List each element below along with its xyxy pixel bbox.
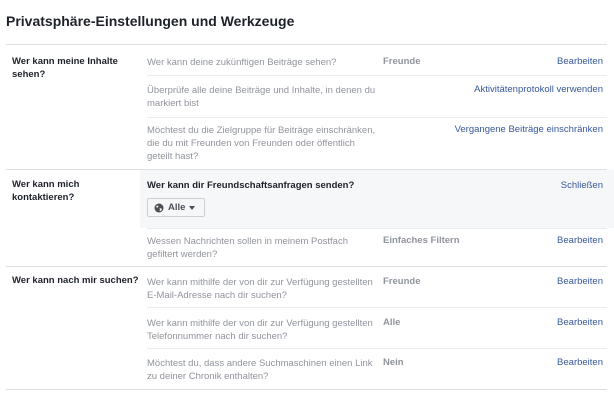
setting-phone-lookup-text: Wer kann mithilfe der von dir zur Verfüg… [147, 318, 373, 342]
chevron-down-icon [189, 205, 196, 210]
setting-email-lookup-value: Freunde [383, 276, 421, 287]
row-divider [147, 348, 607, 349]
globe-icon [154, 203, 164, 212]
expanded-setting-panel [140, 170, 614, 228]
section-label-content-visibility: Wer kann meine Inhalte sehen? [12, 56, 118, 80]
section-divider [6, 44, 607, 45]
row-divider [147, 117, 607, 118]
activity-log-link[interactable]: Aktivitätenprotokoll verwenden [474, 84, 603, 95]
friend-requests-question: Wer kann dir Freundschaftsanfragen sende… [147, 180, 355, 191]
edit-search-engines-button[interactable]: Bearbeiten [557, 357, 603, 368]
setting-search-engines-value: Nein [383, 357, 404, 368]
close-button[interactable]: Schließen [561, 180, 603, 191]
edit-phone-lookup-button[interactable]: Bearbeiten [557, 317, 603, 328]
section-divider [6, 266, 607, 267]
setting-message-filter-text: Wessen Nachrichten sollen in meinem Post… [147, 236, 349, 260]
setting-future-posts-value: Freunde [383, 56, 421, 67]
edit-email-lookup-button[interactable]: Bearbeiten [557, 276, 603, 287]
page-title: Privatsphäre-Einstellungen und Werkzeuge [6, 13, 295, 29]
section-divider [6, 389, 607, 390]
edit-future-posts-button[interactable]: Bearbeiten [557, 56, 603, 67]
limit-past-posts-link[interactable]: Vergangene Beiträge einschränken [455, 124, 603, 135]
setting-email-lookup-text: Wer kann mithilfe der von dir zur Verfüg… [147, 277, 373, 301]
setting-limit-past-posts-text: Möchtest du die Zielgruppe für Beiträge … [147, 125, 376, 162]
section-label-search: Wer kann nach mir suchen? [12, 275, 139, 286]
row-divider [147, 228, 607, 229]
setting-search-engines-text: Möchtest du, dass andere Suchmaschinen e… [147, 358, 373, 382]
row-divider [147, 307, 607, 308]
section-label-contact: Wer kann mich kontaktieren? [12, 179, 80, 203]
dropdown-value: Alle [168, 202, 186, 213]
setting-message-filter-value: Einfaches Filtern [383, 235, 460, 246]
edit-message-filter-button[interactable]: Bearbeiten [557, 235, 603, 246]
row-divider [147, 75, 607, 76]
audience-dropdown[interactable]: Alle [147, 198, 205, 217]
setting-phone-lookup-value: Alle [383, 317, 401, 328]
setting-future-posts-text: Wer kann deine zukünftigen Beiträge sehe… [147, 57, 337, 68]
setting-review-tags-text: Überprüfe alle deine Beiträge und Inhalt… [147, 85, 376, 109]
